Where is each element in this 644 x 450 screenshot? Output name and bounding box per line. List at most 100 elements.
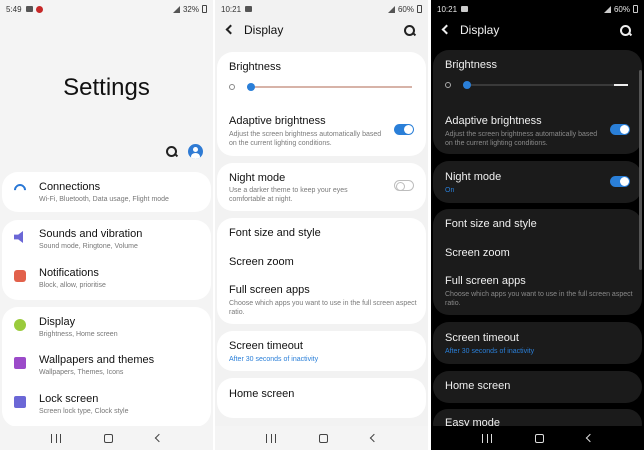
home-screen-card[interactable]: Home screen xyxy=(433,371,642,403)
settings-group-connections: Connections Wi-Fi, Bluetooth, Data usage… xyxy=(2,172,211,212)
display-options-card: Font size and style Screen zoom Full scr… xyxy=(433,209,642,315)
battery-icon xyxy=(417,5,422,13)
settings-item-title: Notifications xyxy=(39,267,99,279)
settings-item-sounds[interactable]: Sounds and vibration Sound mode, Rington… xyxy=(2,228,211,254)
night-mode-card[interactable]: Night mode On xyxy=(433,161,642,203)
full-screen-apps-title: Full screen apps xyxy=(445,275,526,287)
night-mode-title: Night mode xyxy=(445,171,502,183)
signal-icon xyxy=(603,5,611,13)
brightness-card: Brightness Adaptive brightness Adjust th… xyxy=(217,52,426,156)
night-mode-description: Use a darker theme to keep your eyes com… xyxy=(229,187,348,203)
recent-apps-icon[interactable] xyxy=(51,433,62,443)
night-mode-card[interactable]: Night mode Use a darker theme to keep yo… xyxy=(217,163,426,211)
night-mode-toggle[interactable] xyxy=(610,176,630,187)
settings-item-subtitle: Block, allow, prioritise xyxy=(39,282,106,289)
brightness-label: Brightness xyxy=(445,59,497,71)
screen-zoom-item[interactable]: Screen zoom xyxy=(445,247,510,259)
settings-item-display[interactable]: Display Brightness, Home screen xyxy=(2,316,211,342)
settings-item-notifications[interactable]: Notifications Block, allow, prioritise xyxy=(2,267,211,293)
home-icon[interactable] xyxy=(318,433,328,443)
settings-item-title: Wallpapers and themes xyxy=(39,354,155,366)
brush-icon xyxy=(14,357,26,369)
screen-zoom-item[interactable]: Screen zoom xyxy=(229,256,294,268)
status-time: 10:21 xyxy=(221,4,242,14)
navigation-bar xyxy=(0,426,213,450)
recent-apps-icon[interactable] xyxy=(266,433,277,443)
sun-icon xyxy=(445,82,451,88)
display-icon xyxy=(14,319,26,331)
battery-icon xyxy=(202,5,207,13)
status-bar: 5:49 32% xyxy=(0,0,213,18)
search-icon[interactable] xyxy=(620,25,632,37)
search-icon[interactable] xyxy=(166,145,178,158)
brightness-slider[interactable] xyxy=(229,82,412,92)
settings-item-subtitle: Wallpapers, Themes, Icons xyxy=(39,369,124,376)
back-icon[interactable] xyxy=(369,433,378,443)
search-icon[interactable] xyxy=(404,25,416,37)
battery-icon xyxy=(633,5,638,13)
settings-item-subtitle: Wi-Fi, Bluetooth, Data usage, Flight mod… xyxy=(39,196,169,203)
gallery-icon xyxy=(25,6,33,12)
adaptive-brightness-toggle[interactable] xyxy=(394,124,414,135)
brightness-thumb[interactable] xyxy=(247,83,255,91)
status-time: 10:21 xyxy=(437,4,458,14)
back-arrow-icon[interactable] xyxy=(441,24,452,35)
night-mode-value: On xyxy=(445,187,455,194)
settings-item-wallpapers[interactable]: Wallpapers and themes Wallpapers, Themes… xyxy=(2,354,211,380)
display-options-card: Font size and style Screen zoom Full scr… xyxy=(217,218,426,324)
recent-apps-icon[interactable] xyxy=(482,433,493,443)
settings-item-connections[interactable]: Connections Wi-Fi, Bluetooth, Data usage… xyxy=(2,181,211,207)
home-icon[interactable] xyxy=(534,433,544,443)
volume-icon xyxy=(14,231,23,243)
settings-group-sounds: Sounds and vibration Sound mode, Rington… xyxy=(2,220,211,300)
settings-item-subtitle: Sound mode, Ringtone, Volume xyxy=(39,243,138,250)
full-screen-apps-title: Full screen apps xyxy=(229,284,310,296)
brightness-track[interactable] xyxy=(247,83,412,91)
screen-timeout-value: After 30 seconds of inactivity xyxy=(229,356,319,363)
page-title: Display xyxy=(244,23,284,37)
settings-item-title: Display xyxy=(39,316,76,328)
home-screen-item: Home screen xyxy=(445,380,511,392)
screen-timeout-title: Screen timeout xyxy=(229,340,303,352)
settings-screen: 5:49 32% Settings Connections Wi-Fi, Blu… xyxy=(0,0,213,450)
status-bar: 10:21 60% xyxy=(431,0,644,18)
adaptive-brightness-title: Adaptive brightness xyxy=(445,115,542,127)
font-size-item[interactable]: Font size and style xyxy=(229,227,321,239)
page-title: Settings xyxy=(63,74,150,101)
home-icon[interactable] xyxy=(103,433,113,443)
battery-percent: 32% xyxy=(182,4,199,14)
status-bar: 10:21 60% xyxy=(215,0,428,18)
back-icon[interactable] xyxy=(154,433,163,443)
settings-item-lock-screen[interactable]: Lock screen Screen lock type, Clock styl… xyxy=(2,393,211,419)
wifi-icon xyxy=(11,181,29,199)
scrollbar[interactable] xyxy=(639,70,642,270)
brightness-label: Brightness xyxy=(229,61,281,73)
brightness-track[interactable] xyxy=(463,81,628,89)
navigation-bar xyxy=(431,426,644,450)
settings-item-title: Lock screen xyxy=(39,393,99,405)
font-size-item[interactable]: Font size and style xyxy=(445,218,537,230)
screen-timeout-card[interactable]: Screen timeout After 30 seconds of inact… xyxy=(217,331,426,371)
back-icon[interactable] xyxy=(585,433,594,443)
full-screen-apps-description: Choose which apps you want to use in the… xyxy=(229,300,417,316)
settings-group-display: Display Brightness, Home screen Wallpape… xyxy=(2,307,211,427)
screen-timeout-card[interactable]: Screen timeout After 30 seconds of inact… xyxy=(433,322,642,364)
record-icon xyxy=(35,5,43,13)
brightness-slider[interactable] xyxy=(445,80,628,90)
account-avatar-icon[interactable] xyxy=(188,144,203,159)
brightness-card: Brightness Adaptive brightness Adjust th… xyxy=(433,50,642,154)
adaptive-brightness-toggle[interactable] xyxy=(610,124,630,135)
brightness-thumb[interactable] xyxy=(463,81,471,89)
gallery-icon xyxy=(245,6,253,12)
full-screen-apps-description: Choose which apps you want to use in the… xyxy=(445,291,633,307)
display-screen-light: 10:21 60% Display Brightness Adaptive br… xyxy=(215,0,428,450)
status-time: 5:49 xyxy=(6,4,22,14)
page-title: Display xyxy=(460,23,500,37)
back-arrow-icon[interactable] xyxy=(225,24,236,35)
home-screen-card[interactable]: Home screen xyxy=(217,378,426,418)
settings-item-subtitle: Screen lock type, Clock style xyxy=(39,408,129,415)
night-mode-toggle[interactable] xyxy=(394,180,414,191)
signal-icon xyxy=(387,5,395,13)
sun-icon xyxy=(229,84,235,90)
adaptive-brightness-description: Adjust the screen brightness automatical… xyxy=(445,131,598,147)
